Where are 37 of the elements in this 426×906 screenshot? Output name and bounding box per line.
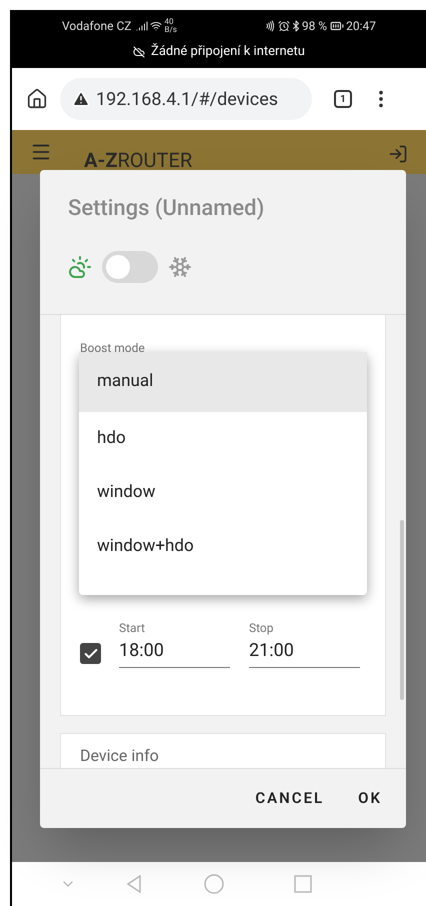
time-label: Stop xyxy=(249,620,275,637)
offline-message: Žádné připojení k internetu xyxy=(151,42,305,61)
home-circle-icon[interactable] xyxy=(204,874,224,894)
time-label: Start xyxy=(119,620,146,637)
time-field[interactable]: 18:00 xyxy=(119,637,230,668)
battery-percent: 98 % xyxy=(302,18,328,35)
mode-switch[interactable] xyxy=(102,251,158,283)
dropdown-option[interactable]: window+hdo xyxy=(79,520,367,574)
warning-icon xyxy=(72,90,90,108)
url-text: 192.168.4.1/#/devices xyxy=(96,88,278,112)
url-field[interactable]: 192.168.4.1/#/devices xyxy=(60,78,312,120)
home-icon[interactable] xyxy=(26,88,48,110)
carrier-name: Vodafone CZ xyxy=(62,18,132,35)
login-icon[interactable] xyxy=(388,144,408,164)
dialog-button[interactable]: CANCEL xyxy=(247,781,332,816)
dialog-button[interactable]: OK xyxy=(350,781,390,816)
sun-cloud-icon xyxy=(68,255,92,279)
tab-count[interactable]: 1 xyxy=(334,90,352,108)
device-info-title: Device info xyxy=(80,745,160,767)
alarm-icon xyxy=(278,20,290,32)
back-icon[interactable] xyxy=(126,875,142,893)
nfc-icon xyxy=(264,20,276,32)
scrollbar[interactable] xyxy=(400,520,404,700)
battery-icon xyxy=(330,19,344,33)
clock-time: 20:47 xyxy=(346,18,376,35)
time-field[interactable]: 21:00 xyxy=(249,637,360,668)
dropdown-option[interactable]: hdo xyxy=(79,412,367,466)
recents-icon[interactable] xyxy=(294,875,312,893)
dialog-title: Settings (Unnamed) xyxy=(68,195,266,223)
net-speed-unit: B/s xyxy=(164,26,177,34)
dropdown-option[interactable]: manual xyxy=(79,352,367,412)
cloud-off-icon xyxy=(133,46,146,58)
dropdown-option[interactable]: window xyxy=(79,466,367,520)
schedule-checkbox[interactable] xyxy=(80,643,101,664)
app-title: A-ZROUTER xyxy=(84,147,192,174)
snowflake-icon xyxy=(168,255,192,279)
net-speed-value: 40 xyxy=(164,18,174,26)
